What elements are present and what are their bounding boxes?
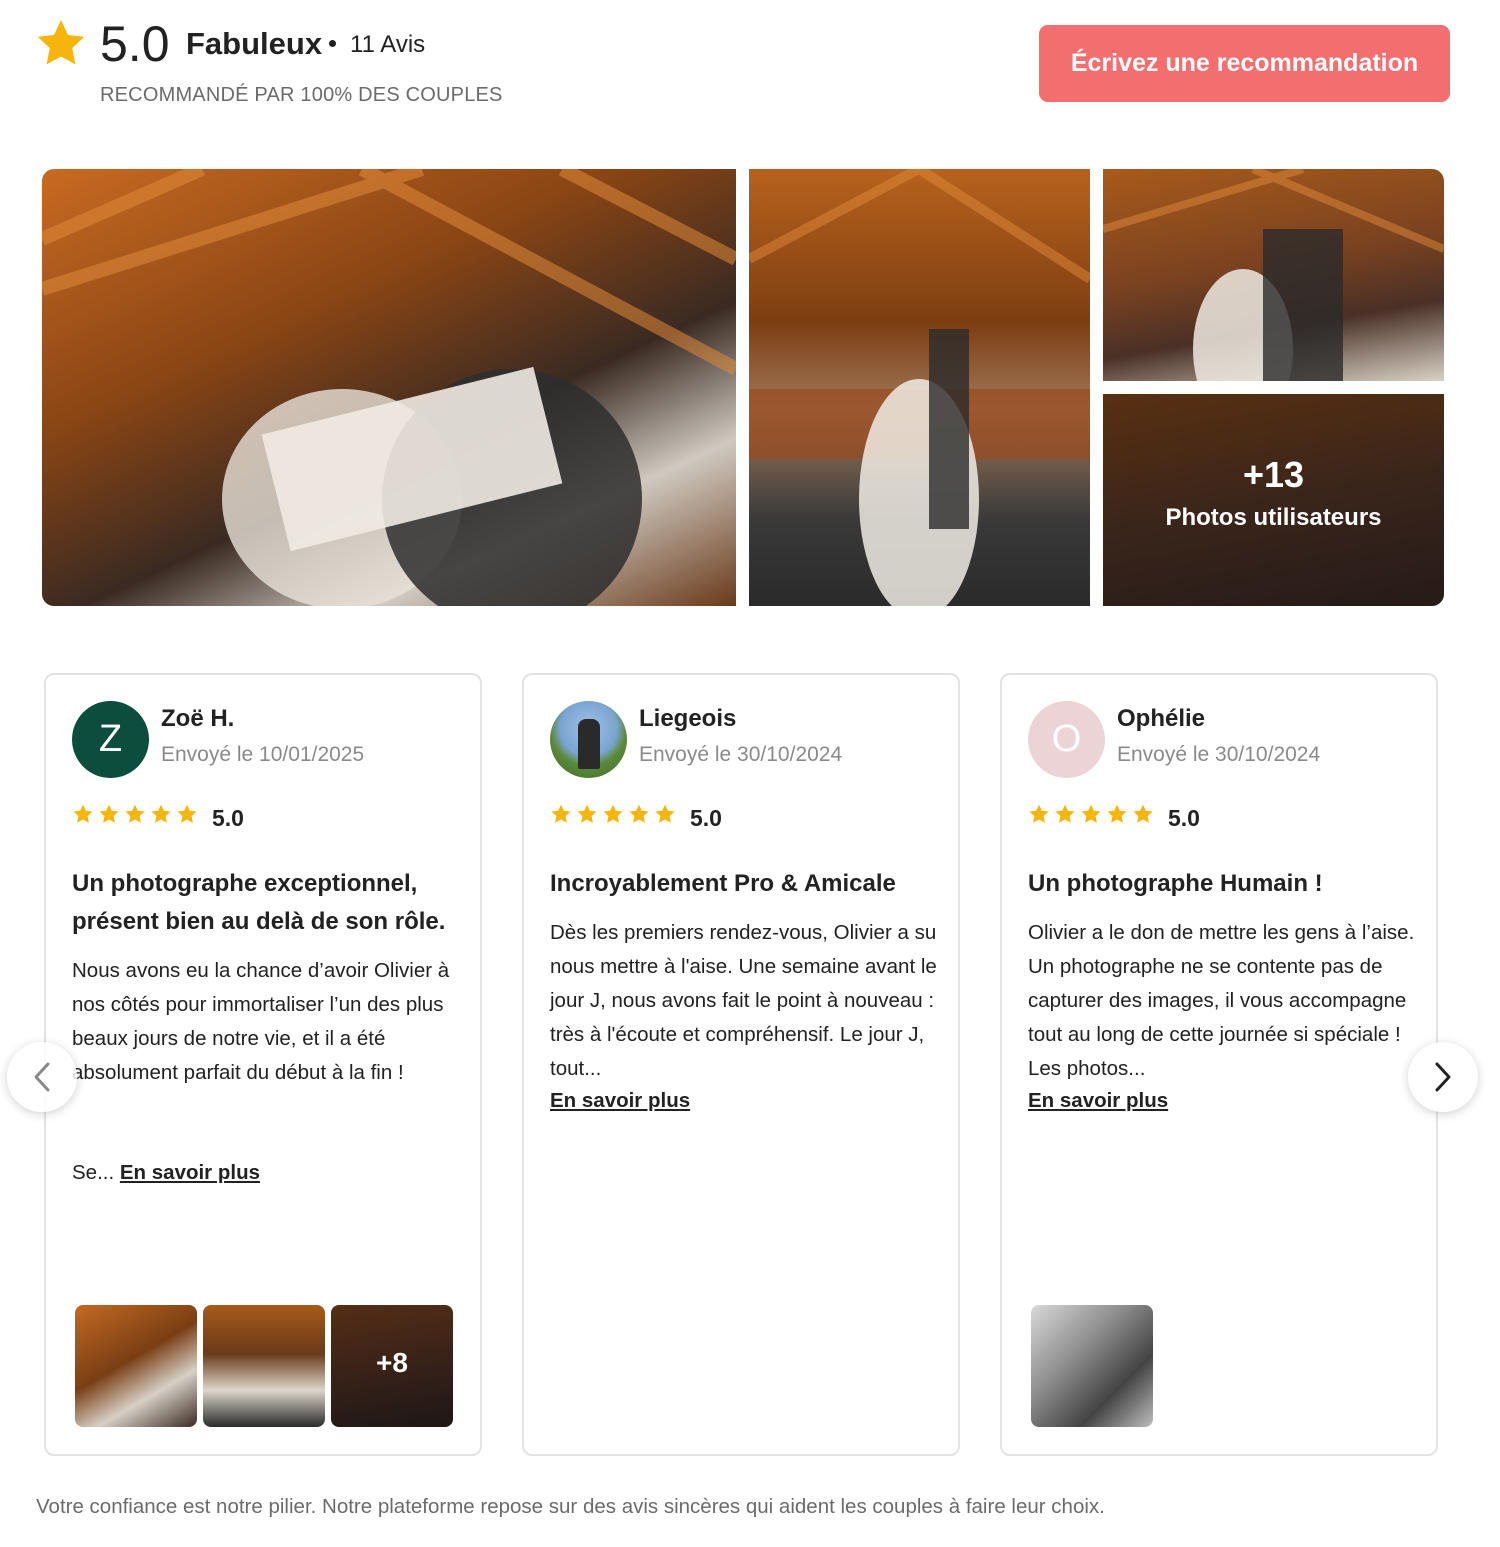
- chevron-right-icon: [1435, 1062, 1451, 1092]
- star-icon: [37, 20, 85, 65]
- rating-label: Fabuleux: [186, 26, 323, 61]
- star-icon: [577, 804, 597, 823]
- chevron-left-icon: [34, 1062, 50, 1092]
- star-icon: [1029, 804, 1049, 823]
- carousel-next-button[interactable]: [1408, 1042, 1478, 1112]
- review-title: Un photographe Humain !: [1028, 870, 1323, 897]
- review-photo-thumbnail[interactable]: [75, 1305, 197, 1427]
- read-more-link[interactable]: En savoir plus: [120, 1161, 260, 1184]
- star-icon: [1081, 804, 1101, 823]
- gallery-more-photos[interactable]: +13 Photos utilisateurs: [1103, 394, 1444, 606]
- write-recommendation-button[interactable]: Écrivez une recommandation: [1039, 25, 1450, 102]
- avatar: O: [1028, 701, 1105, 778]
- review-score: 5.0: [1168, 805, 1200, 831]
- review-body: Nous avons eu la chance d’avoir Olivier …: [72, 959, 450, 1084]
- star-icon: [177, 804, 197, 823]
- reviewer-name: Liegeois: [639, 705, 737, 732]
- avatar: Z: [72, 701, 149, 778]
- carousel-prev-button[interactable]: [7, 1042, 77, 1112]
- read-more-row: Se... En savoir plus: [72, 1156, 260, 1190]
- star-icon: [551, 804, 571, 823]
- star-icon: [99, 804, 119, 823]
- star-icon: [603, 804, 623, 823]
- trust-statement: Votre confiance est notre pilier. Notre …: [36, 1495, 1105, 1518]
- read-more-link[interactable]: En savoir plus: [550, 1089, 690, 1112]
- star-icon: [655, 804, 675, 823]
- star-rating: [1028, 803, 1154, 825]
- star-icon: [1107, 804, 1127, 823]
- photo-roof-beams: [749, 169, 1090, 606]
- review-score: 5.0: [690, 805, 722, 831]
- review-card: O Ophélie Envoyé le 30/10/2024 5.0 Un ph…: [1000, 673, 1438, 1456]
- more-photos-label: Photos utilisateurs: [1165, 504, 1382, 531]
- review-title: Un photographe exceptionnel, présent bie…: [72, 870, 446, 935]
- photo-roof-beams: [42, 169, 736, 606]
- review-card: Z Zoë H. Envoyé le 10/01/2025 5.0 Un pho…: [44, 673, 482, 1456]
- star-rating: [72, 803, 198, 825]
- review-date: Envoyé le 10/01/2025: [161, 743, 365, 766]
- review-date: Envoyé le 30/10/2024: [1117, 743, 1321, 766]
- reviewer-name: Ophélie: [1117, 705, 1206, 732]
- read-more-link[interactable]: En savoir plus: [1028, 1089, 1168, 1112]
- star-rating: [550, 803, 676, 825]
- review-score: 5.0: [212, 805, 244, 831]
- star-icon: [1055, 804, 1075, 823]
- read-more-row: En savoir plus: [550, 1084, 690, 1118]
- review-photo-thumbnail[interactable]: [203, 1305, 325, 1427]
- star-icon: [73, 804, 93, 823]
- truncated-text: Se...: [72, 1161, 115, 1184]
- review-body: Dès les premiers rendez-vous, Olivier a …: [550, 921, 937, 1080]
- star-icon: [125, 804, 145, 823]
- star-icon: [629, 804, 649, 823]
- avatar: [550, 701, 627, 778]
- gallery-photo-2[interactable]: [749, 169, 1090, 606]
- review-count: 11 Avis: [350, 31, 426, 58]
- more-photos-count: +13: [1242, 454, 1305, 495]
- review-title: Incroyablement Pro & Amicale: [550, 870, 896, 897]
- gallery-photo-3[interactable]: [1103, 169, 1444, 381]
- review-photo-thumbnail[interactable]: [1031, 1305, 1153, 1427]
- more-photos-count: +8: [376, 1347, 408, 1378]
- review-date: Envoyé le 30/10/2024: [639, 743, 843, 766]
- reviewer-name: Zoë H.: [161, 705, 235, 732]
- star-icon: [151, 804, 171, 823]
- separator-dot: [329, 40, 336, 47]
- read-more-row: En savoir plus: [1028, 1084, 1168, 1118]
- review-more-photos[interactable]: +8: [331, 1305, 453, 1427]
- recommendation-rate: RECOMMANDÉ PAR 100% DES COUPLES: [100, 84, 503, 106]
- photo-roof-beams: [1103, 169, 1444, 381]
- star-icon: [1133, 804, 1153, 823]
- review-card: Liegeois Envoyé le 30/10/2024 5.0 Incroy…: [522, 673, 960, 1456]
- review-body: Olivier a le don de mettre les gens à l’…: [1028, 921, 1415, 1080]
- overall-score: 5.0: [100, 16, 170, 72]
- gallery-photo-main[interactable]: [42, 169, 736, 606]
